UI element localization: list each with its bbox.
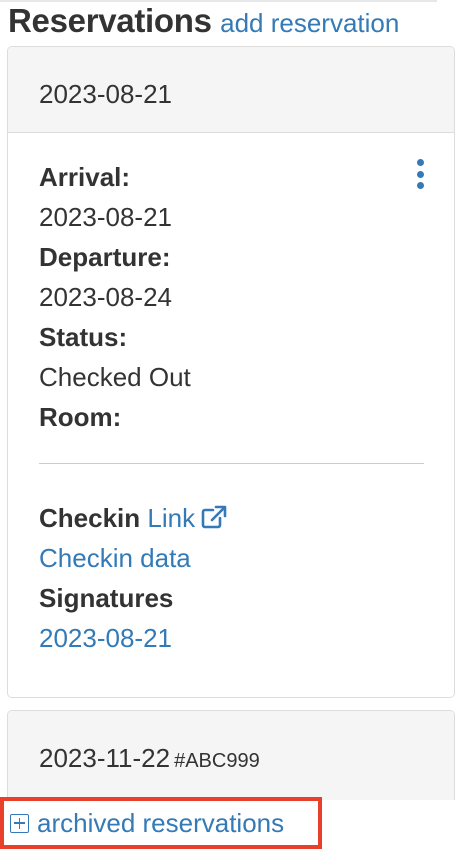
external-link-icon <box>201 505 227 529</box>
checkin-link-text: Link <box>147 503 196 533</box>
page-title: Reservations <box>8 2 212 39</box>
status-value: Checked Out <box>39 362 191 392</box>
departure-label: Departure: <box>39 242 171 272</box>
signature-date-link[interactable]: 2023-08-21 <box>39 623 172 653</box>
checkin-data-link[interactable]: Checkin data <box>39 543 191 573</box>
plus-square-icon <box>10 813 29 833</box>
reservation-panel-2: 2023-11-22 #ABC999 <box>7 710 455 800</box>
signatures-label: Signatures <box>39 583 174 613</box>
checkin-row: Checkin Link <box>39 498 424 538</box>
reservation-reference: #ABC999 <box>174 750 260 772</box>
reservation-panel: 2023-08-21 Arrival: 2023-08-21 Departure… <box>7 46 455 698</box>
reservation-heading-2[interactable]: 2023-11-22 #ABC999 <box>8 711 454 800</box>
checkin-label: Checkin <box>39 503 141 533</box>
add-reservation-link[interactable]: add reservation <box>220 8 399 38</box>
departure-value: 2023-08-24 <box>39 282 172 312</box>
archived-reservations-label: archived reservations <box>37 807 285 838</box>
kebab-menu-icon[interactable] <box>416 159 424 189</box>
reservation-body: Arrival: 2023-08-21 Departure: 2023-08-2… <box>8 133 454 658</box>
arrival-label: Arrival: <box>39 162 131 192</box>
archived-reservations-toggle[interactable]: archived reservations <box>0 797 322 849</box>
status-label: Status: <box>39 322 128 352</box>
checkin-link[interactable]: Link <box>147 503 227 533</box>
reservation-date: 2023-11-22 <box>39 743 171 773</box>
room-label: Room: <box>39 402 122 432</box>
section-divider <box>39 463 424 464</box>
reservation-heading[interactable]: 2023-08-21 <box>8 47 454 133</box>
arrival-value: 2023-08-21 <box>39 202 172 232</box>
reservations-header: Reservations add reservation <box>8 2 399 42</box>
